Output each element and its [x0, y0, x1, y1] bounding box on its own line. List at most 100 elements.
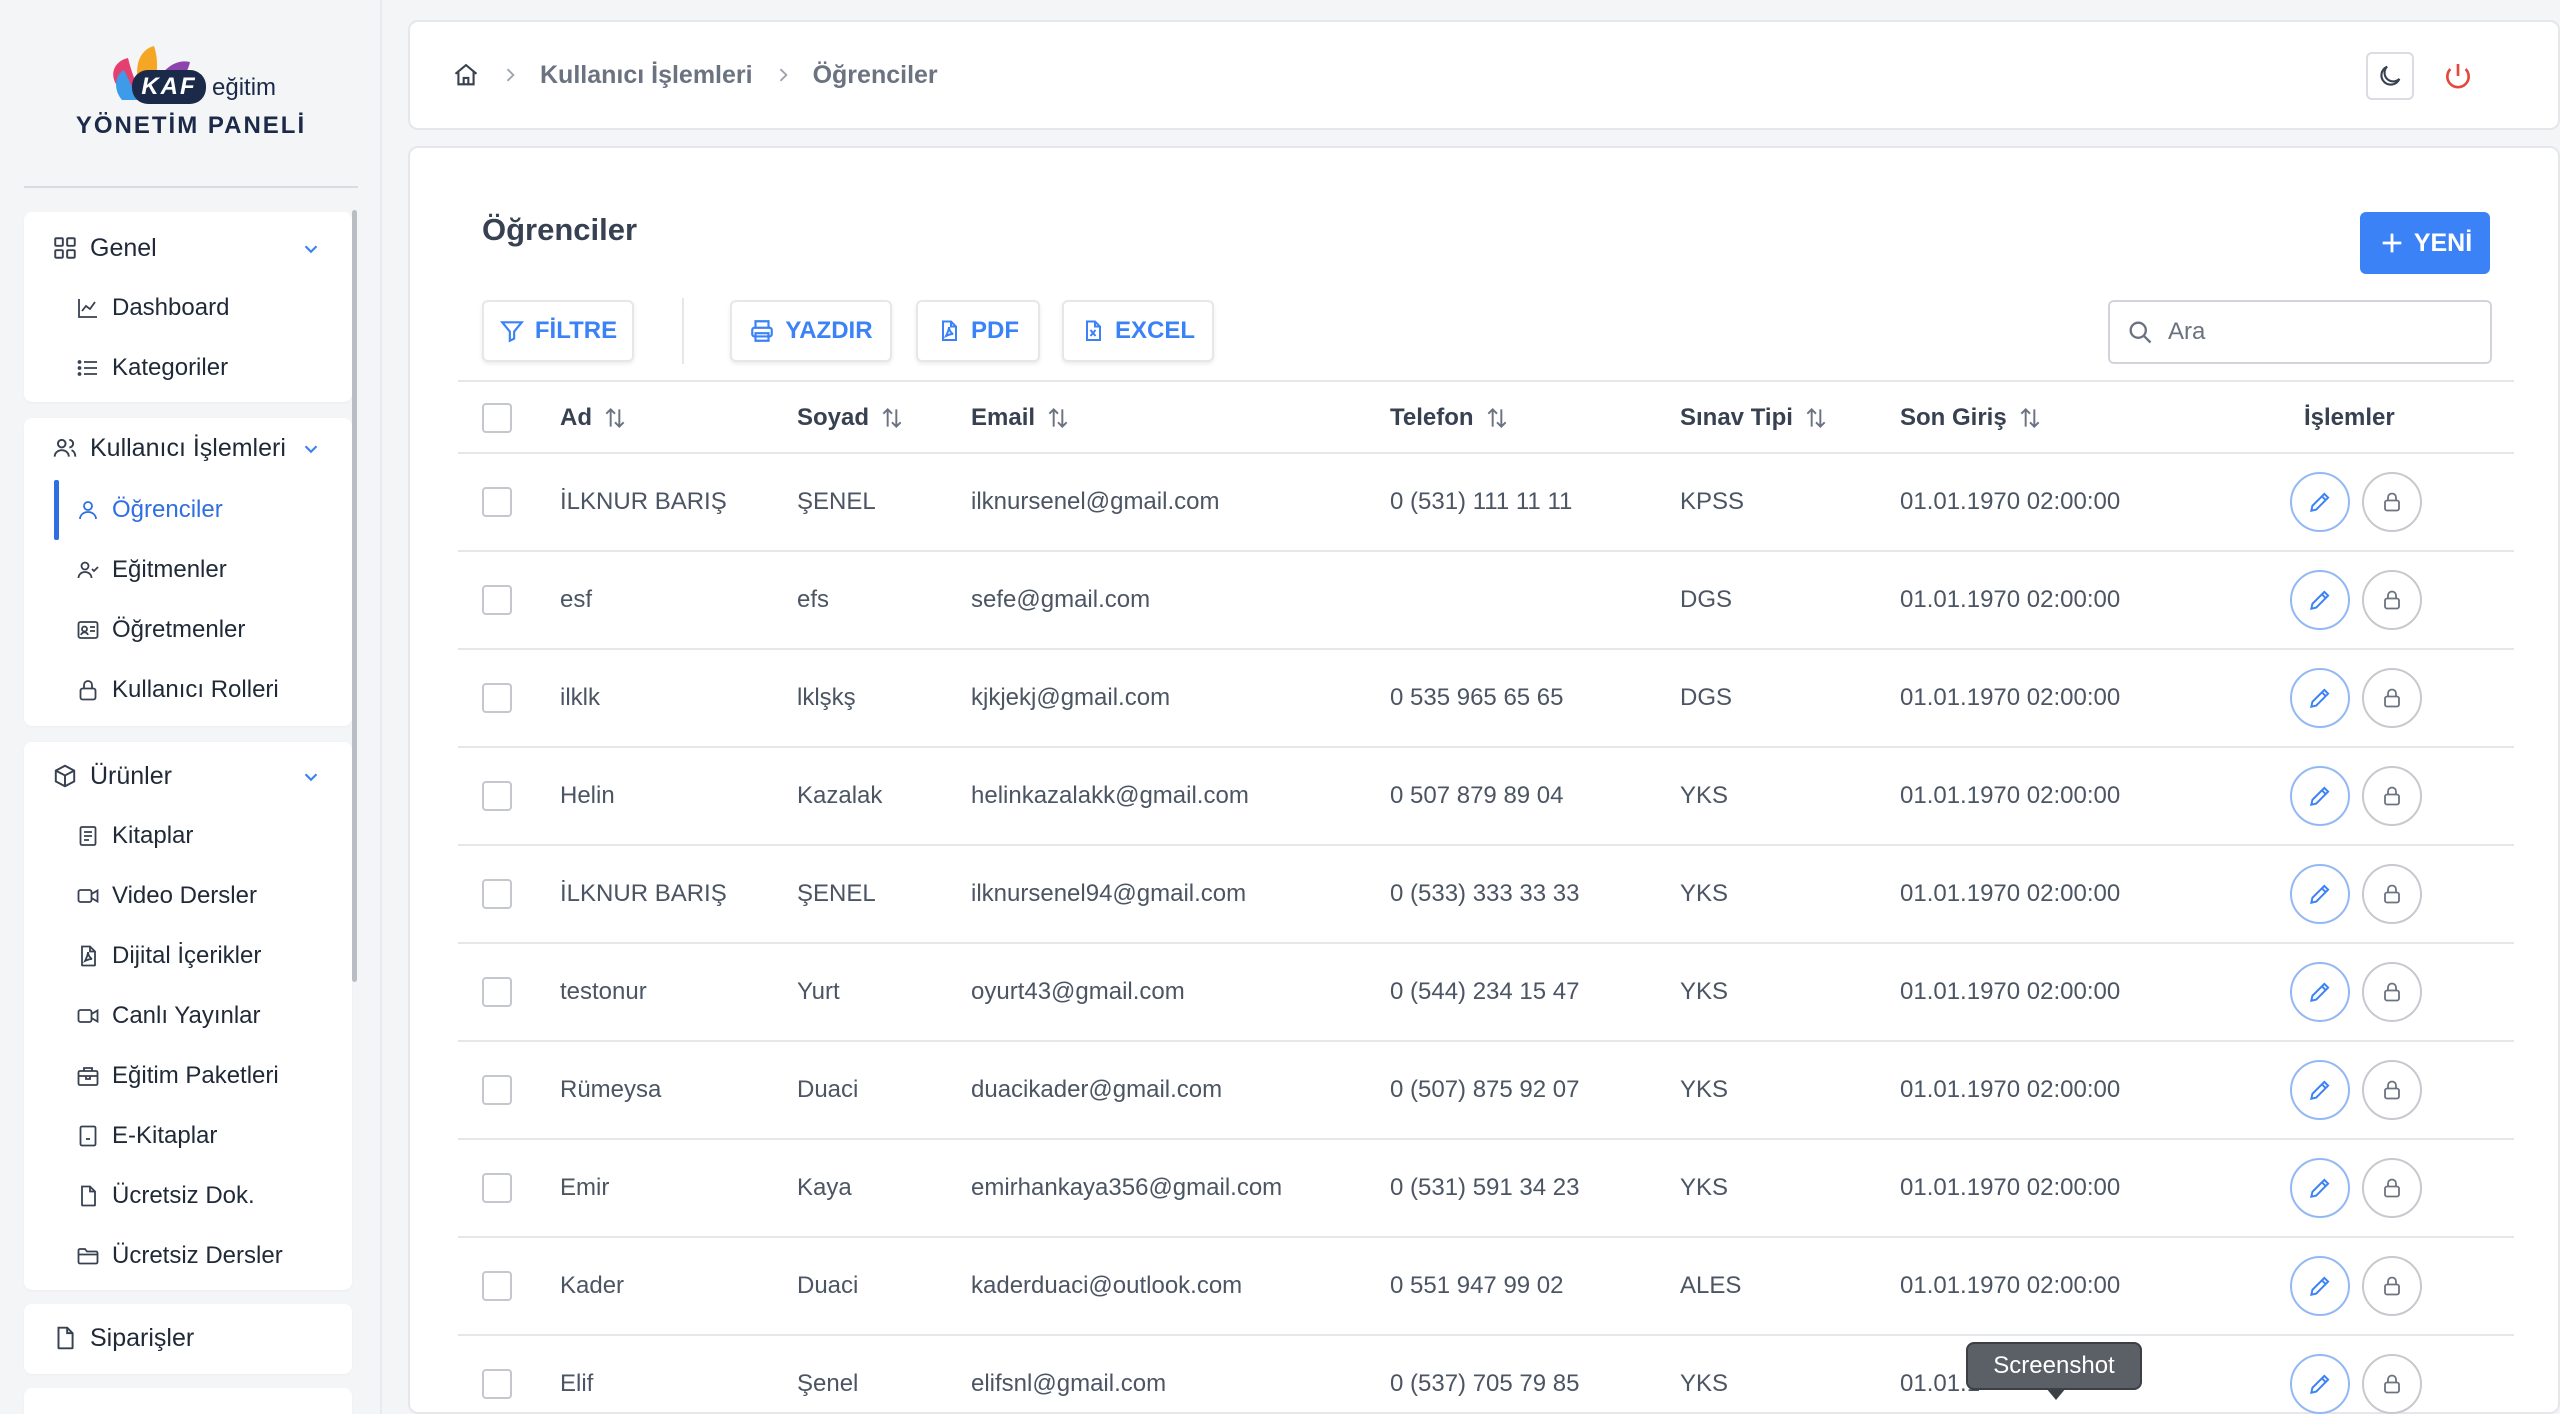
- lock-icon: [2384, 1178, 2400, 1198]
- row-checkbox[interactable]: [482, 1271, 512, 1301]
- search-input[interactable]: [2168, 318, 2488, 346]
- edit-button[interactable]: [2290, 1256, 2350, 1316]
- search-icon: [2129, 321, 2152, 344]
- power-icon[interactable]: [2442, 60, 2474, 92]
- lock-button[interactable]: [2362, 570, 2422, 630]
- column-header-telefon[interactable]: Telefon: [1390, 382, 1510, 454]
- nav-group-header-kullanici[interactable]: Kullanıcı İşlemleri: [24, 418, 352, 478]
- sidebar-item-ucretsiz-dersler[interactable]: Ücretsiz Dersler: [24, 1226, 352, 1286]
- lock-button[interactable]: [2362, 668, 2422, 728]
- nav-group-header-genel[interactable]: Genel: [24, 218, 352, 278]
- column-header-soyad[interactable]: Soyad: [797, 382, 905, 454]
- sidebar-scrollbar[interactable]: [352, 210, 357, 982]
- row-checkbox[interactable]: [482, 977, 512, 1007]
- cell-ad: İLKNUR BARIŞ: [560, 488, 727, 515]
- edit-button[interactable]: [2290, 668, 2350, 728]
- edit-button[interactable]: [2290, 766, 2350, 826]
- sidebar-item-ucretsiz-dok[interactable]: Ücretsiz Dok.: [24, 1166, 352, 1226]
- sidebar-item-kategoriler[interactable]: Kategoriler: [24, 338, 352, 398]
- sidebar-item-e-kitaplar[interactable]: E-Kitaplar: [24, 1106, 352, 1166]
- package-icon: [77, 1067, 99, 1086]
- sidebar-item-egitim-paketleri[interactable]: Eğitim Paketleri: [24, 1046, 352, 1106]
- cell-telefon: 0 (537) 705 79 85: [1390, 1370, 1580, 1397]
- chart-line-icon: [78, 299, 97, 318]
- sidebar-item-video-dersler[interactable]: Video Dersler: [24, 866, 352, 926]
- sidebar-item-label: Kategoriler: [112, 354, 229, 381]
- sidebar-item-label: Kullanıcı Rolleri: [112, 676, 279, 703]
- cell-telefon: 0 (531) 111 11 11: [1390, 488, 1573, 515]
- row-checkbox[interactable]: [482, 585, 512, 615]
- lock-button[interactable]: [2362, 864, 2422, 924]
- new-button-label: YENİ: [2413, 228, 2473, 257]
- column-label: İşlemler: [2304, 404, 2395, 431]
- lock-button[interactable]: [2362, 1158, 2422, 1218]
- cell-sinav-tipi: KPSS: [1680, 488, 1745, 515]
- edit-button[interactable]: [2290, 1158, 2350, 1218]
- row-checkbox[interactable]: [482, 487, 512, 517]
- sidebar-item-label: Dashboard: [112, 294, 230, 321]
- lock-icon: [2384, 1374, 2400, 1394]
- row-checkbox[interactable]: [482, 1369, 512, 1399]
- column-header-email[interactable]: Email: [971, 382, 1071, 454]
- sidebar-item-ogrenciler[interactable]: Öğrenciler: [24, 480, 352, 540]
- sidebar-item-dijital-icerikler[interactable]: Dijital İçerikler: [24, 926, 352, 986]
- pencil-icon: [2310, 1178, 2330, 1198]
- select-all-checkbox[interactable]: [482, 403, 512, 433]
- brand-logo[interactable]: KAF eğitim YÖNETİM PANELİ: [0, 40, 382, 150]
- lock-button[interactable]: [2362, 1256, 2422, 1316]
- cell-son-giris: 01.01.1970 02:00:00: [1900, 1174, 2121, 1201]
- sidebar-item-egitmenler[interactable]: Eğitmenler: [24, 540, 352, 600]
- lock-button[interactable]: [2362, 766, 2422, 826]
- edit-button[interactable]: [2290, 864, 2350, 924]
- home-icon[interactable]: [452, 61, 480, 89]
- cell-soyad: Yurt: [797, 978, 840, 1005]
- nav-group-label: Siparişler: [90, 1323, 195, 1352]
- edit-button[interactable]: [2290, 570, 2350, 630]
- excel-button[interactable]: EXCEL: [1062, 300, 1214, 362]
- pdf-button[interactable]: PDF: [916, 300, 1040, 362]
- sort-icon: [1806, 407, 1826, 429]
- sidebar-item-kullanici-rolleri[interactable]: Kullanıcı Rolleri: [24, 660, 352, 720]
- theme-toggle-button[interactable]: [2366, 52, 2414, 100]
- sidebar-item-kitaplar[interactable]: Kitaplar: [24, 806, 352, 866]
- row-checkbox[interactable]: [482, 1173, 512, 1203]
- chevron-down-icon: [304, 245, 318, 254]
- lock-button[interactable]: [2362, 962, 2422, 1022]
- doc-icon: [57, 1326, 74, 1350]
- filter-button[interactable]: FİLTRE: [482, 300, 634, 362]
- table-row: İLKNUR BARIŞ ŞENEL ilknursenel94@gmail.com…: [458, 846, 2514, 944]
- column-header-ad[interactable]: Ad: [560, 382, 628, 454]
- lock-icon: [2384, 688, 2400, 708]
- sidebar-item-ogretmenler[interactable]: Öğretmenler: [24, 600, 352, 660]
- sidebar-item-dashboard[interactable]: Dashboard: [24, 278, 352, 338]
- sidebar-item-label: Öğrenciler: [112, 496, 223, 523]
- lock-button[interactable]: [2362, 1060, 2422, 1120]
- edit-button[interactable]: [2290, 1354, 2350, 1414]
- pencil-icon: [2310, 688, 2330, 708]
- cell-soyad: Şenel: [797, 1370, 859, 1397]
- column-header-sinav-tipi[interactable]: Sınav Tipi: [1680, 382, 1829, 454]
- lock-button[interactable]: [2362, 472, 2422, 532]
- column-header-son-giris[interactable]: Son Giriş: [1900, 382, 2043, 454]
- row-checkbox[interactable]: [482, 879, 512, 909]
- nav-group-header-urunler[interactable]: Ürünler: [24, 746, 352, 806]
- cell-email: sefe@gmail.com: [971, 586, 1151, 613]
- new-button[interactable]: YENİ: [2360, 212, 2490, 274]
- sidebar-item-label: Kitaplar: [112, 822, 194, 849]
- lock-button[interactable]: [2362, 1354, 2422, 1414]
- cell-email: elifsnl@gmail.com: [971, 1370, 1167, 1397]
- nav-group-header-siparisler[interactable]: Siparişler: [24, 1308, 352, 1368]
- row-checkbox[interactable]: [482, 1075, 512, 1105]
- column-label: Telefon: [1390, 404, 1474, 431]
- edit-button[interactable]: [2290, 962, 2350, 1022]
- breadcrumb-item-kullanici[interactable]: Kullanıcı İşlemleri: [540, 61, 753, 90]
- edit-button[interactable]: [2290, 1060, 2350, 1120]
- print-button[interactable]: YAZDIR: [730, 300, 892, 362]
- row-checkbox[interactable]: [482, 781, 512, 811]
- cell-soyad: Duaci: [797, 1272, 859, 1299]
- user-icon: [79, 501, 97, 520]
- edit-button[interactable]: [2290, 472, 2350, 532]
- sidebar-item-canli-yayinlar[interactable]: Canlı Yayınlar: [24, 986, 352, 1046]
- row-checkbox[interactable]: [482, 683, 512, 713]
- pencil-icon: [2310, 1080, 2330, 1100]
